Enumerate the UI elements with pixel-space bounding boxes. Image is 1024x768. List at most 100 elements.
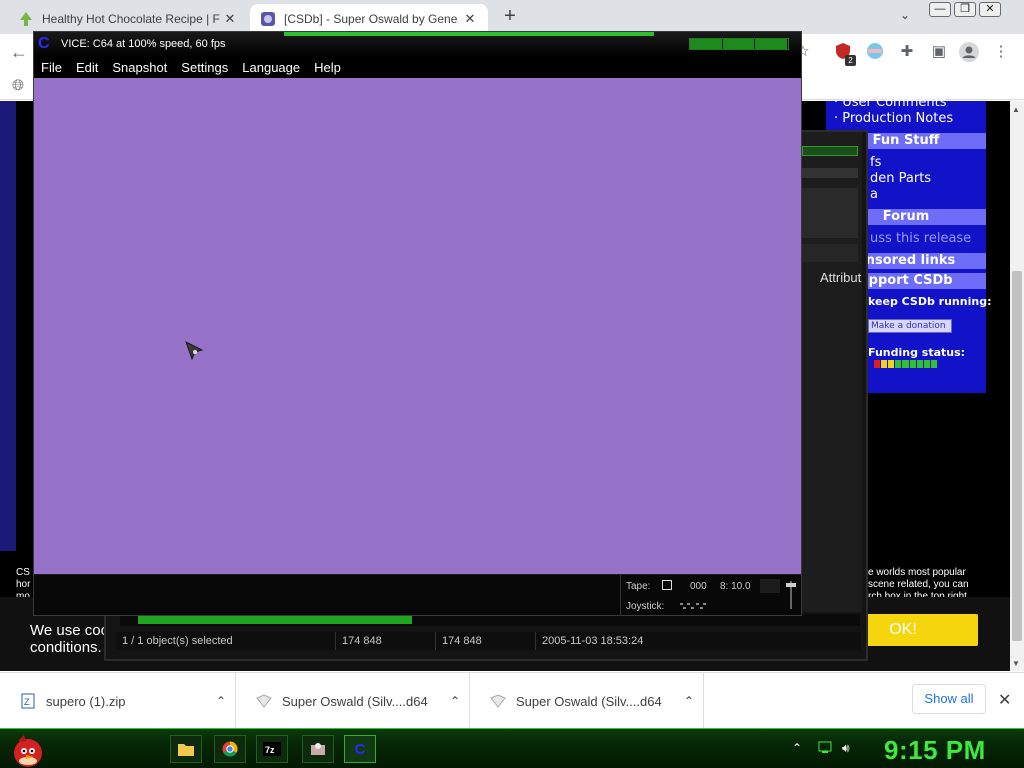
menu-language[interactable]: Language (235, 57, 307, 78)
chevron-up-icon[interactable]: ⌃ (675, 694, 703, 708)
download-item[interactable]: Super Oswald (Silv....d64 ⌃ (236, 673, 470, 729)
back-arrow-icon[interactable]: ← (10, 42, 28, 63)
attributes-column-header[interactable]: Attribut (820, 270, 861, 285)
discuss-release-link[interactable]: uss this release (870, 231, 971, 246)
app-taskbar-icon[interactable] (302, 735, 334, 763)
close-button[interactable]: ✕ (979, 2, 1001, 17)
cookie-text: We use coo conditions. (30, 622, 109, 656)
tab-hot-chocolate[interactable]: Healthy Hot Chocolate Recipe | F ✕ (8, 4, 248, 34)
title-accent (284, 32, 654, 36)
tray-chevron-icon[interactable]: ⌃ (792, 741, 802, 755)
maximize-button[interactable]: ❐ (954, 2, 976, 17)
file-manager-statusbar: 1 / 1 object(s) selected 174 848 174 848… (116, 632, 861, 650)
funding-status-bar (874, 360, 938, 368)
volume-slider-icon[interactable] (786, 581, 796, 609)
scroll-up-icon[interactable]: ▲ (1012, 105, 1020, 114)
fun-link[interactable]: fs (870, 155, 881, 170)
sidepanel-icon[interactable]: ▣ (928, 42, 950, 64)
chevron-up-icon[interactable]: ⌃ (441, 694, 469, 708)
7zip-taskbar-icon[interactable]: 7z (256, 735, 288, 763)
chrome-taskbar-icon[interactable] (214, 735, 246, 763)
fun-link[interactable]: den Parts (870, 171, 931, 186)
menu-file[interactable]: File (34, 57, 69, 78)
user-comments-link[interactable]: · User Comments (834, 95, 947, 110)
vice-emulator-window: C VICE: C64 at 100% speed, 60 fps File E… (33, 31, 802, 616)
extension-icon[interactable] (864, 42, 886, 64)
page-left-strip (0, 101, 16, 551)
tape-stop-icon[interactable] (662, 580, 672, 590)
progress-fill (138, 616, 412, 624)
start-button-angry-bird-icon[interactable] (6, 731, 48, 768)
new-tab-button[interactable]: + (500, 6, 520, 27)
chevron-down-icon[interactable]: ⌄ (896, 8, 914, 22)
profile-avatar-icon[interactable] (958, 42, 980, 64)
vice-window-controls (689, 38, 789, 50)
scroll-thumb[interactable] (1012, 271, 1022, 641)
menu-settings[interactable]: Settings (174, 57, 235, 78)
puzzle-icon[interactable]: ✚ (896, 42, 918, 64)
vice-menu-bar: File Edit Snapshot Settings Language Hel… (34, 57, 801, 78)
extension-badge: 2 (845, 55, 856, 66)
joystick-indicator-icon[interactable] (678, 601, 710, 611)
download-name: supero (1).zip (46, 693, 126, 709)
csdb-icon (260, 11, 276, 27)
minimize-button[interactable]: — (929, 2, 951, 17)
status-selected: 1 / 1 object(s) selected (116, 632, 336, 650)
download-item[interactable]: Z supero (1).zip ⌃ (0, 673, 236, 729)
toolbar-strip (802, 168, 858, 178)
taskbar-clock[interactable]: 9:15 PM (884, 735, 986, 766)
vice-title-bar[interactable]: C VICE: C64 at 100% speed, 60 fps (34, 32, 801, 57)
tab-title: Healthy Hot Chocolate Recipe | F (42, 12, 220, 26)
file-icon (490, 693, 506, 709)
preview-area (802, 188, 858, 238)
downloads-bar: Z supero (1).zip ⌃ Super Oswald (Silv...… (0, 672, 1024, 729)
download-name: Super Oswald (Silv....d64 (516, 693, 662, 709)
mouse-cursor-icon (185, 340, 204, 361)
globe-icon[interactable]: 🌐︎ (12, 77, 24, 94)
keep-running-text: keep CSDb running: (868, 295, 992, 308)
file-explorer-taskbar-icon[interactable] (170, 735, 202, 763)
close-tab-icon[interactable]: ✕ (222, 11, 238, 27)
tab-title: [CSDb] - Super Oswald by Gene (284, 12, 458, 26)
window-controls: — ❐ ✕ (926, 0, 1001, 20)
production-notes-link[interactable]: · Production Notes (834, 111, 953, 126)
vice-window-title: VICE: C64 at 100% speed, 60 fps (61, 38, 226, 50)
taskbar: 7z C ⌃ 🔊︎ 9:15 PM (0, 728, 1024, 768)
download-name: Super Oswald (Silv....d64 (282, 693, 428, 709)
status-size: 174 848 (336, 632, 436, 650)
page-scrollbar[interactable]: ▲ ▼ (1010, 101, 1024, 671)
scroll-down-icon[interactable]: ▼ (1012, 659, 1020, 668)
svg-text:Z: Z (24, 697, 30, 707)
vice-logo-icon: C (38, 35, 50, 52)
show-all-button[interactable]: Show all (912, 684, 986, 714)
tab-csdb[interactable]: [CSDb] - Super Oswald by Gene ✕ (250, 4, 488, 34)
fun-link[interactable]: a (870, 187, 878, 202)
donate-button[interactable]: Make a donation (868, 319, 952, 333)
joystick-label: Joystick: (626, 601, 665, 612)
network-icon[interactable] (818, 741, 832, 756)
menu-edit[interactable]: Edit (69, 57, 105, 78)
close-tab-icon[interactable]: ✕ (462, 11, 478, 27)
vice-status-bar: Tape: 000 8: 10.0 Joystick: (34, 574, 801, 616)
svg-text:7z: 7z (265, 745, 275, 755)
download-item[interactable]: Super Oswald (Silv....d64 ⌃ (470, 673, 704, 729)
menu-help[interactable]: Help (307, 57, 348, 78)
volume-icon[interactable]: 🔊︎ (842, 741, 850, 756)
close-button[interactable] (755, 39, 789, 49)
close-icon[interactable]: ✕ (998, 690, 1011, 710)
chevron-up-icon[interactable]: ⌃ (207, 694, 235, 708)
dropdown-field[interactable] (802, 244, 858, 262)
status-size-2: 174 848 (436, 632, 536, 650)
browser-tab-strip: Healthy Hot Chocolate Recipe | F ✕ [CSDb… (0, 0, 1024, 34)
c64-screen[interactable] (34, 78, 801, 574)
minimize-button[interactable] (690, 39, 723, 49)
file-manager-panel (802, 132, 862, 612)
vice-taskbar-icon[interactable]: C (344, 735, 376, 763)
tape-label: Tape: (626, 581, 651, 592)
tree-icon (18, 11, 34, 27)
drive-status: 8: 10.0 (720, 581, 751, 592)
funding-status-label: Funding status: (868, 346, 966, 359)
maximize-button[interactable] (722, 39, 756, 49)
menu-snapshot[interactable]: Snapshot (105, 57, 174, 78)
kebab-menu-icon[interactable]: ⋮ (990, 42, 1012, 64)
